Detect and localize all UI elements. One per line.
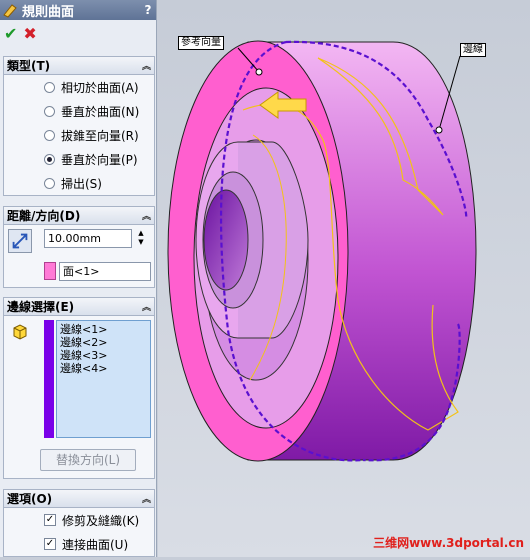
edge-list-item[interactable]: 邊線<2> [60,336,147,349]
panel-titlebar: 規則曲面 ? [0,0,156,20]
reference-vector-label[interactable]: 參考向量 [178,36,224,50]
radio-sweep[interactable]: 掃出(S) [4,171,154,195]
ruled-surface-icon [3,4,17,18]
connect-surface-checkbox[interactable]: ✓ 連接曲面(U) [4,532,154,556]
edge-group-title: 邊線選擇(E) [7,300,75,314]
edge-group-header[interactable]: 邊線選擇(E) ︽ [4,298,154,316]
edge-list[interactable]: 邊線<1> 邊線<2> 邊線<3> 邊線<4> [56,320,151,438]
checkbox-label: 修剪及縫織(K) [62,513,140,528]
radio-label: 拔錐至向量(R) [61,128,139,143]
edge-selection-group: 邊線選擇(E) ︽ 邊線<1> 邊線<2> 邊線<3> 邊線<4> 替換方向(L… [3,297,155,479]
radio-tangent-to-surface[interactable]: 相切於曲面(A) [4,75,154,99]
distance-direction-group: 距離/方向(D) ︽ 10.00mm ▲ ▼ 面<1> [3,206,155,288]
edge-list-item[interactable]: 邊線<4> [60,362,147,375]
type-group-header[interactable]: 類型(T) ︽ [4,57,154,75]
help-button[interactable]: ? [140,2,156,18]
radio-dot-selected-icon [44,153,55,165]
ok-button[interactable]: ✔ [4,24,17,43]
distance-group-header[interactable]: 距離/方向(D) ︽ [4,207,154,225]
radio-perpendicular-to-vector[interactable]: 垂直於向量(P) [4,147,154,171]
distance-spinner[interactable]: ▲ ▼ [135,229,147,248]
graphics-viewport[interactable]: 參考向量 邊線 [158,0,530,557]
collapse-chevron-icon[interactable]: ︽ [142,492,151,505]
property-manager-panel: 規則曲面 ? ✔ ✖ 類型(T) ︽ 相切於曲面(A) 垂直於曲面(N) 拔錐至… [0,0,157,557]
trim-and-knit-checkbox[interactable]: ✓ 修剪及縫織(K) [4,508,154,532]
edge-list-item[interactable]: 邊線<1> [60,323,147,336]
collapse-chevron-icon[interactable]: ︽ [142,209,151,222]
options-group-title: 選項(O) [7,492,53,506]
ok-cancel-bar: ✔ ✖ [0,20,156,46]
collapse-chevron-icon[interactable]: ︽ [142,300,151,313]
face-selection-field[interactable]: 面<1> [59,262,151,281]
distance-input[interactable]: 10.00mm [44,229,132,248]
radio-dot-icon [44,105,55,117]
reference-handle [255,68,263,76]
distance-group-title: 距離/方向(D) [7,209,81,223]
radio-label: 相切於曲面(A) [61,80,139,95]
swap-direction-button[interactable]: 替換方向(L) [40,449,136,471]
checkbox-checked-icon: ✓ [44,538,56,550]
radio-label: 垂直於曲面(N) [61,104,140,119]
radio-dot-icon [44,129,55,141]
checkbox-label: 連接曲面(U) [62,537,129,552]
radio-label: 垂直於向量(P) [61,152,138,167]
watermark: 三维网www.3dportal.cn [373,536,524,550]
edge-select-icon [11,322,29,340]
cancel-button[interactable]: ✖ [23,24,36,43]
type-group: 類型(T) ︽ 相切於曲面(A) 垂直於曲面(N) 拔錐至向量(R) 垂直於向量… [3,56,155,196]
options-group-header[interactable]: 選項(O) ︽ [4,490,154,508]
checkbox-checked-icon: ✓ [44,514,56,526]
distance-icon [8,229,32,253]
radio-tapered-to-vector[interactable]: 拔錐至向量(R) [4,123,154,147]
hub-bore [203,189,249,291]
radio-label: 掃出(S) [61,176,102,191]
face-color-swatch [44,262,56,280]
edge-color-bar [44,320,54,438]
type-group-title: 類型(T) [7,59,51,73]
edge-list-item[interactable]: 邊線<3> [60,349,147,362]
part-model [167,40,477,462]
panel-title: 規則曲面 [22,4,75,20]
edge-handle [435,126,443,134]
collapse-chevron-icon[interactable]: ︽ [142,59,151,72]
radio-dot-icon [44,177,55,189]
edge-label[interactable]: 邊線 [460,43,486,57]
options-group: 選項(O) ︽ ✓ 修剪及縫織(K) ✓ 連接曲面(U) [3,489,155,557]
radio-dot-icon [44,81,55,93]
radio-normal-to-surface[interactable]: 垂直於曲面(N) [4,99,154,123]
